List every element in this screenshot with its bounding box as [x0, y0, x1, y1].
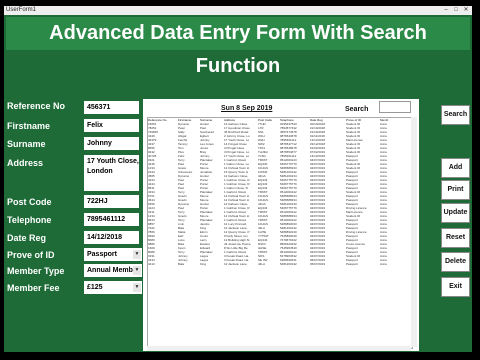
table-cell: 44LA [258, 262, 266, 266]
reference-input[interactable]: 456371 [84, 101, 139, 114]
records-listbox[interactable]: Reference No Firstname Surname Address Post … [147, 117, 413, 349]
search-button[interactable]: Search [441, 105, 470, 125]
postcode-input[interactable]: 722HJ [84, 195, 139, 208]
surname-label: Surname [7, 139, 46, 149]
horizontal-scrollbar[interactable] [147, 346, 411, 351]
surname-input[interactable]: Johnny [84, 137, 139, 150]
chevron-down-icon[interactable]: ▼ [133, 266, 141, 275]
telephone-input[interactable]: 7895461112 [84, 213, 139, 226]
member-fee-label: Member Fee [7, 283, 60, 293]
member-fee-select[interactable]: £125 ▼ [84, 281, 142, 294]
userform: Advanced Data Entry Form With Search Fun… [4, 15, 472, 352]
postcode-label: Post Code [7, 197, 52, 207]
records-panel: Sun 8 Sep 2019 Search Reference No Firstn… [143, 99, 419, 351]
table-cell: 05/07/2019 [310, 262, 326, 266]
window-title: UserForm1 [6, 7, 37, 13]
table-cell: 12 Jackson Lane, [224, 262, 248, 266]
window-controls: – □ ✕ [442, 7, 470, 14]
table-row[interactable]: 4413 Bala King 12 Jackson Lane, 44LA 54812001… [148, 262, 412, 266]
date-reg-label: Date Reg [7, 233, 47, 243]
member-type-label: Member Type [7, 266, 65, 276]
app-window: UserForm1 – □ ✕ Advanced Data Entry Form… [0, 0, 480, 360]
telephone-label: Telephone [7, 215, 52, 225]
chevron-down-icon[interactable]: ▼ [133, 250, 141, 259]
delete-button[interactable]: Delete [441, 252, 470, 272]
close-icon[interactable]: ✕ [462, 7, 470, 14]
update-button[interactable]: Update [441, 203, 470, 223]
member-fee-value: £125 [87, 284, 103, 291]
add-new-button[interactable]: Add New [441, 158, 470, 189]
member-type-select[interactable]: Annual Member ▼ [84, 264, 142, 277]
table-cell: Bala [178, 262, 185, 266]
firstname-label: Firstname [7, 121, 51, 131]
proof-id-select[interactable]: Passport ▼ [84, 248, 142, 261]
proof-id-value: Passport [87, 251, 117, 258]
print-button[interactable]: Print [441, 180, 470, 200]
table-cell: 4413 [148, 262, 155, 266]
form-header-title: Advanced Data Entry Form With Search Fun… [6, 17, 470, 77]
table-cell: Annu [380, 262, 388, 266]
table-cell: King [200, 262, 207, 266]
minimize-icon[interactable]: – [442, 7, 450, 14]
firstname-input[interactable]: Felix [84, 119, 139, 132]
table-cell: 5481200132 [280, 262, 297, 266]
maximize-icon[interactable]: □ [452, 7, 460, 14]
chevron-down-icon[interactable]: ▼ [133, 283, 141, 292]
search-input[interactable] [379, 101, 411, 113]
window-titlebar: UserForm1 – □ ✕ [4, 6, 472, 15]
current-date: Sun 8 Sep 2019 [221, 105, 273, 112]
proof-id-label: Prove of ID [7, 250, 55, 260]
address-label: Address [7, 158, 44, 168]
address-input[interactable]: 17 Youth Close, London [84, 155, 139, 191]
member-type-value: Annual Member [87, 267, 140, 274]
table-cell: Passport [346, 262, 358, 266]
reset-button[interactable]: Reset [441, 228, 470, 248]
search-label: Search [345, 106, 369, 113]
date-reg-input[interactable]: 14/12/2018 [84, 231, 139, 244]
exit-button[interactable]: Exit [441, 277, 470, 297]
vertical-scrollbar[interactable] [411, 117, 417, 347]
reference-label: Reference No [7, 101, 66, 111]
